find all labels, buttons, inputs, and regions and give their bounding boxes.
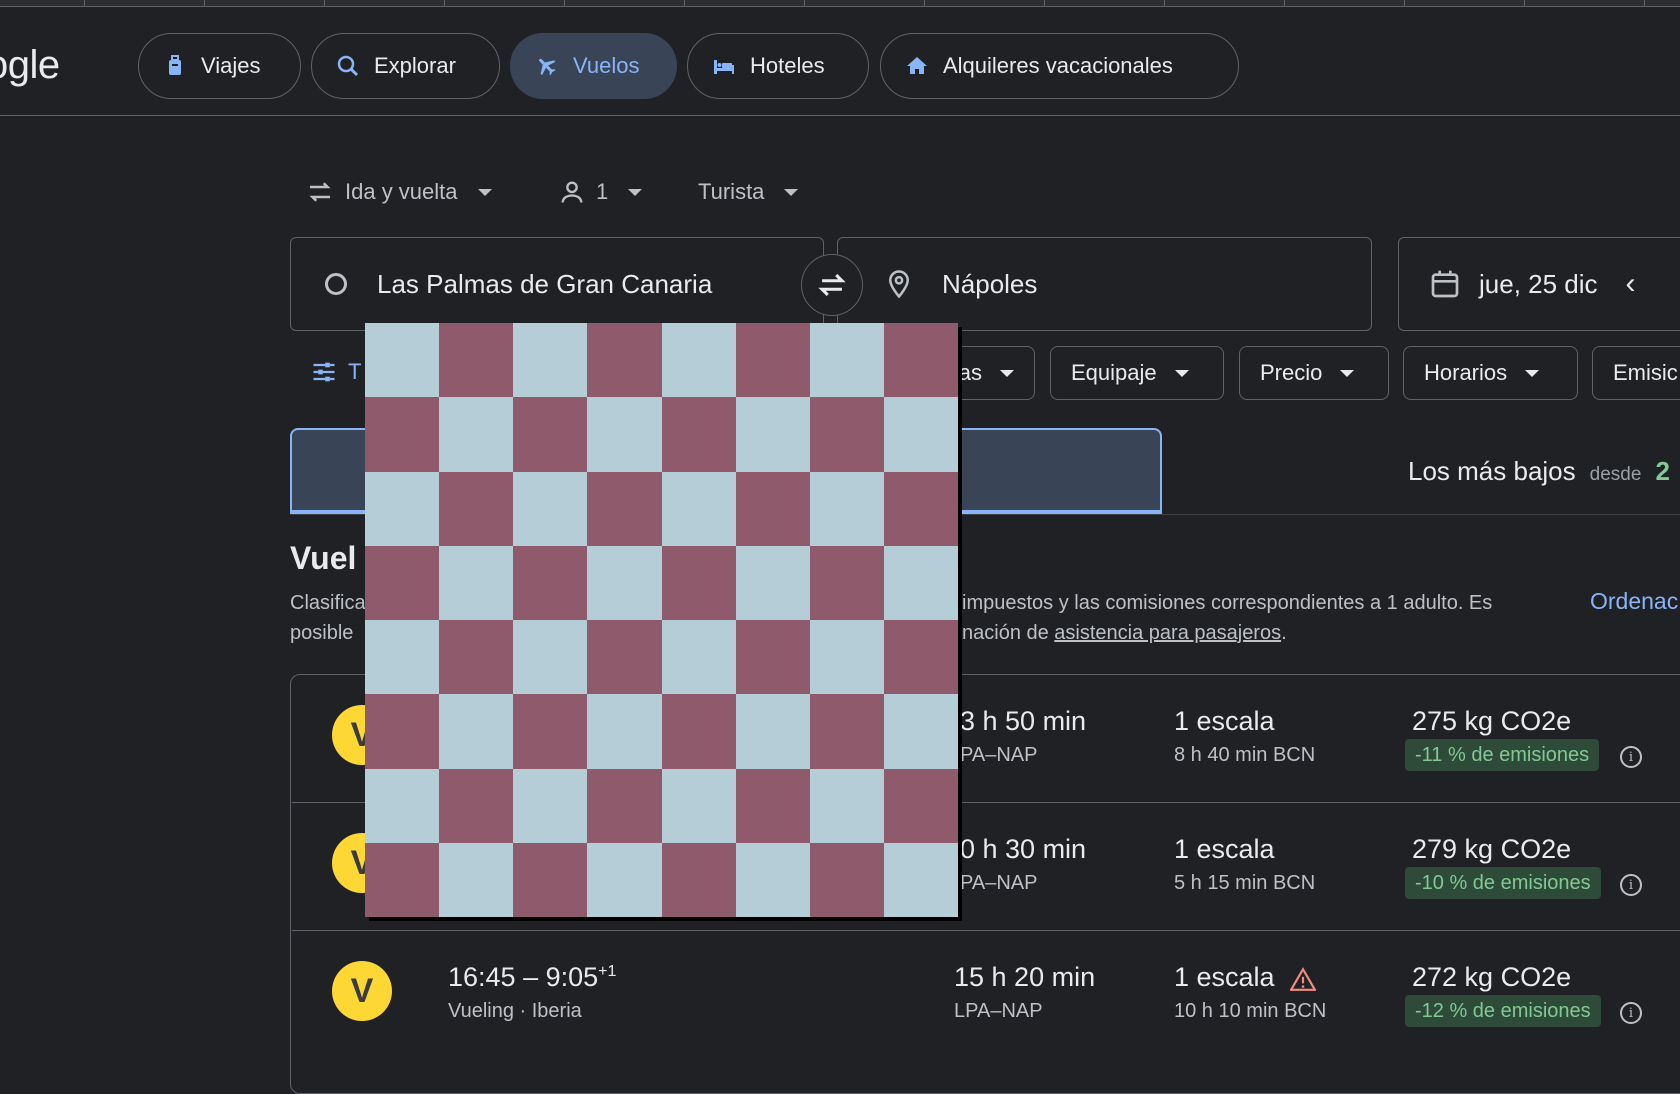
all-filters-button[interactable]: T: [310, 352, 361, 392]
flight-emissions: 272 kg CO2e: [1412, 962, 1572, 992]
nav-vuelos-label: Vuelos: [573, 53, 640, 78]
calendar-icon: [1431, 270, 1459, 298]
chevron-down-icon: [628, 188, 643, 196]
filter-chip-emisiones[interactable]: Emisic: [1592, 346, 1680, 400]
checkerboard-overlay: [365, 323, 958, 917]
flight-stops-label: 1 escala: [1174, 962, 1275, 992]
origin-circle-icon: [325, 273, 347, 295]
flight-emissions: 275 kg CO2e: [1412, 706, 1572, 736]
destination-value: Nápoles: [942, 268, 1038, 299]
explore-icon: [337, 55, 359, 77]
flight-duration: 0 h 30 min: [960, 834, 1087, 864]
swap-horizontal-icon: [818, 273, 846, 297]
nav-explorar-label: Explorar: [374, 53, 456, 78]
swap-locations-button[interactable]: [801, 254, 863, 316]
assistance-link[interactable]: asistencia para pasajeros: [1054, 622, 1281, 644]
filter-chip-label: Precio: [1260, 360, 1323, 385]
origin-value: Las Palmas de Gran Canaria: [377, 268, 713, 299]
flight-duration: 3 h 50 min: [960, 706, 1087, 736]
nav-vuelos-button[interactable]: Vuelos: [510, 33, 677, 99]
cabin-class-label: Turista: [698, 179, 765, 204]
nav-explorar-button[interactable]: Explorar: [311, 33, 500, 99]
filter-chip-label: Horarios: [1424, 360, 1508, 385]
filter-chip-label: Emisic: [1613, 360, 1678, 385]
results-subtext-line2-end: nación de asistencia para pasajeros.: [962, 618, 1562, 648]
tab-cheapest[interactable]: Los más bajos desde 2: [1408, 456, 1670, 487]
next-day-indicator: +1: [598, 963, 617, 980]
chevron-down-icon: [1174, 369, 1189, 377]
swap-arrows-icon: [309, 182, 331, 202]
chevron-down-icon: [1000, 369, 1014, 377]
hotel-icon: [714, 60, 734, 74]
info-icon[interactable]: i: [1620, 874, 1642, 896]
flight-layover: 8 h 40 min BCN: [1174, 744, 1316, 766]
warning-icon: [1289, 966, 1317, 991]
all-filters-label: T: [348, 359, 362, 384]
flight-route: PA–NAP: [960, 744, 1038, 766]
emissions-badge: -11 % de emisiones: [1405, 739, 1600, 771]
cabin-class-select[interactable]: Turista: [698, 172, 799, 212]
chevron-down-icon: [1525, 369, 1540, 377]
filter-chip-label: Equipaje: [1071, 360, 1157, 385]
airline-logo: V: [332, 961, 392, 1021]
origin-field[interactable]: Las Palmas de Gran Canaria: [290, 237, 824, 331]
tune-icon: [313, 362, 335, 382]
tab-cheapest-label: Los más bajos: [1408, 456, 1576, 486]
nav-hoteles-button[interactable]: Hoteles: [687, 33, 869, 99]
flight-duration: 15 h 20 min: [954, 962, 1096, 992]
browser-top-strip: [0, 0, 1680, 7]
results-subtext-period: .: [1281, 622, 1287, 644]
filter-chip-horarios[interactable]: Horarios: [1403, 346, 1578, 400]
person-icon: [561, 181, 583, 203]
location-pin-icon: [888, 270, 910, 299]
passengers-select[interactable]: 1: [558, 172, 643, 212]
flight-emissions: 279 kg CO2e: [1412, 834, 1572, 864]
flight-stops: 1 escala: [1174, 834, 1275, 864]
filter-chip-label: as: [958, 360, 982, 385]
flight-times-value: 16:45 – 9:05: [448, 962, 599, 992]
chevron-left-icon[interactable]: ‹: [1626, 267, 1636, 301]
tab-cheapest-prefix: desde: [1589, 464, 1642, 485]
google-logo[interactable]: ogle: [0, 43, 60, 88]
flight-layover: 5 h 15 min BCN: [1174, 872, 1316, 894]
results-subtext-right: impuestos y las comisiones correspondien…: [962, 588, 1562, 648]
chevron-down-icon: [784, 188, 799, 196]
flight-route: LPA–NAP: [954, 1000, 1043, 1022]
nav-viajes-button[interactable]: Viajes: [138, 33, 301, 99]
departure-date-field[interactable]: jue, 25 dic ‹: [1398, 237, 1680, 331]
filter-chip-equipaje[interactable]: Equipaje: [1050, 346, 1224, 400]
chevron-down-icon: [1340, 369, 1355, 377]
flight-stops: 1 escala: [1174, 962, 1317, 993]
info-icon[interactable]: i: [1620, 1002, 1642, 1024]
flight-airlines: Vueling · Iberia: [448, 1000, 582, 1022]
results-subtext-line1-end: impuestos y las comisiones correspondien…: [962, 592, 1493, 614]
info-icon[interactable]: i: [1620, 746, 1642, 768]
results-heading: Vuel: [290, 540, 357, 576]
emissions-badge: -12 % de emisiones: [1405, 995, 1601, 1027]
departure-date-value: jue, 25 dic: [1479, 268, 1598, 299]
destination-field[interactable]: Nápoles: [837, 237, 1372, 331]
flight-stops: 1 escala: [1174, 706, 1275, 736]
nav-viajes-label: Viajes: [201, 53, 261, 78]
trip-type-select[interactable]: Ida y vuelta: [305, 172, 492, 212]
app-header: ogle Viajes Explorar Vuelos Hoteles Alqu…: [0, 7, 1680, 116]
nav-alquileres-button[interactable]: Alquileres vacacionales: [880, 33, 1239, 99]
luggage-icon: [169, 55, 181, 75]
trip-type-label: Ida y vuelta: [345, 179, 458, 204]
flight-icon: [539, 58, 556, 76]
flight-layover: 10 h 10 min BCN: [1174, 1000, 1327, 1022]
house-icon: [907, 57, 927, 74]
sort-button[interactable]: Ordenac: [1590, 588, 1678, 615]
results-subtext-mid: nación de: [962, 622, 1055, 644]
nav-hoteles-label: Hoteles: [750, 53, 825, 78]
flight-route: PA–NAP: [960, 872, 1038, 894]
passengers-label: 1: [596, 179, 609, 204]
emissions-badge: -10 % de emisiones: [1405, 867, 1601, 899]
flight-times: 16:45 – 9:05+1: [448, 962, 616, 993]
row-divider: [292, 930, 1680, 931]
chevron-down-icon: [477, 188, 492, 196]
nav-alquileres-label: Alquileres vacacionales: [943, 53, 1173, 78]
tab-cheapest-price: 2: [1655, 456, 1670, 486]
filter-chip-precio[interactable]: Precio: [1239, 346, 1389, 400]
